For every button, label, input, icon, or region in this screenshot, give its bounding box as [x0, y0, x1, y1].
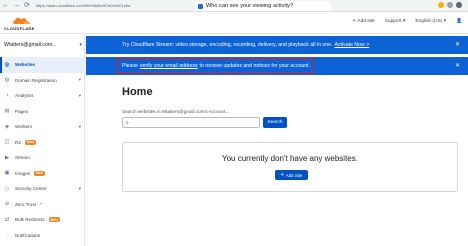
- status-badge: New: [34, 170, 46, 176]
- lock-icon: ⊖: [4, 201, 10, 208]
- extension-icon[interactable]: [438, 2, 444, 8]
- extension-icon[interactable]: [447, 2, 453, 8]
- add-site-label: Add site: [357, 19, 375, 24]
- shield-icon: ◇: [4, 185, 10, 192]
- globe-icon: ◎: [4, 61, 10, 68]
- workers-icon: ◈: [4, 123, 10, 130]
- tab-title: Who can see your viewing activity?: [206, 3, 294, 9]
- stream-promo-banner: Try Cloudflare Stream: video storage, en…: [86, 36, 468, 54]
- search-button[interactable]: Search: [263, 117, 287, 128]
- tab-favicon-icon: [198, 3, 203, 9]
- sidebar-item-label: Websites: [15, 62, 36, 68]
- sidebar-item-zero-trust[interactable]: ⊖ Zero Trust ↗: [0, 197, 85, 213]
- sidebar-item-analytics[interactable]: ◔ Analytics ▾: [0, 88, 85, 104]
- language-label: English (US): [415, 19, 443, 24]
- pages-icon: ▤: [4, 108, 10, 115]
- support-label: Support: [384, 19, 402, 24]
- chevron-down-icon: ▾: [443, 19, 447, 24]
- status-badge: Beta: [48, 217, 60, 223]
- globe-icon: ◍: [4, 77, 10, 84]
- chevron-down-icon: ▾: [78, 185, 81, 191]
- cloudflare-logo[interactable]: CLOUDFLARE: [4, 16, 40, 32]
- forward-icon[interactable]: →: [11, 0, 22, 12]
- activate-now-link[interactable]: Activate Now >: [335, 42, 370, 48]
- add-site-link[interactable]: + Add site: [353, 19, 375, 24]
- sidebar-item-domain-registration[interactable]: ◍ Domain Registration ▾: [0, 73, 85, 89]
- bell-icon: ◌: [5, 232, 9, 239]
- add-site-button[interactable]: + Add Site: [275, 170, 308, 180]
- sidebar-item-notifications[interactable]: ◌ Notifications: [0, 228, 85, 244]
- account-name: Wtatters@gmail.com...: [4, 42, 57, 48]
- sidebar-item-workers[interactable]: ◈ Workers ▾: [0, 119, 85, 135]
- chevron-down-icon: ▾: [402, 19, 406, 24]
- account-selector[interactable]: Wtatters@gmail.com... ▾: [4, 39, 82, 51]
- add-site-button-label: Add Site: [285, 172, 303, 178]
- chart-icon: ◔: [5, 92, 9, 99]
- support-menu[interactable]: Support ▾: [385, 19, 406, 24]
- status-badge: New: [24, 139, 36, 145]
- sidebar-item-label: Notifications: [15, 232, 41, 238]
- sidebar-item-label: Bulk Redirects: [15, 217, 45, 223]
- search-icon: ⌕: [126, 120, 129, 126]
- sidebar-item-label: Analytics: [15, 93, 34, 99]
- chevron-down-icon: ▾: [78, 92, 81, 98]
- sidebar-item-label: R2: [15, 139, 21, 145]
- empty-websites-card: You currently don't have any websites. +…: [122, 142, 458, 192]
- sidebar-item-stream[interactable]: ▶ Stream: [0, 150, 85, 166]
- sidebar-item-label: Images: [15, 170, 31, 176]
- storage-icon: ◫: [4, 139, 10, 146]
- language-menu[interactable]: English (US) ▾: [415, 19, 446, 24]
- sidebar-item-bulk-redirects[interactable]: ⇄ Bulk Redirects Beta: [0, 212, 85, 228]
- sidebar-item-images[interactable]: ▣ Images New: [0, 166, 85, 182]
- user-icon[interactable]: 👤: [456, 19, 462, 24]
- close-icon[interactable]: ✕: [455, 41, 460, 48]
- external-link-icon: ↗: [38, 202, 42, 207]
- image-icon: ▣: [4, 170, 10, 177]
- extension-icons: [438, 2, 462, 8]
- stream-icon: ▶: [4, 154, 10, 161]
- sidebar-item-r2[interactable]: ◫ R2 New: [0, 135, 85, 151]
- sidebar-item-label: Zero Trust: [15, 201, 36, 207]
- search-label: Search websites in Wtatters@gmail.com's …: [122, 109, 230, 114]
- sidebar-item-security-center[interactable]: ◇ Security Center ▾: [0, 181, 85, 197]
- browser-tab[interactable]: Who can see your viewing activity?: [195, 1, 331, 11]
- stream-promo-text: Try Cloudflare Stream: video storage, en…: [122, 42, 333, 48]
- back-icon[interactable]: ←: [0, 0, 11, 12]
- address-bar[interactable]: https://dash.cloudflare.com/9b548d6e5f7a…: [36, 3, 171, 8]
- search-input[interactable]: ⌕: [122, 117, 260, 128]
- plus-icon: +: [280, 172, 284, 178]
- sidebar-item-label: Pages: [15, 108, 29, 114]
- page-title: Home: [122, 86, 153, 98]
- sidebar-item-websites[interactable]: ◎ Websites: [0, 57, 85, 73]
- brand-wordmark: CLOUDFLARE: [4, 26, 35, 31]
- sidebar-item-label: Stream: [15, 155, 30, 161]
- cloud-logo-icon: [13, 17, 31, 24]
- sidebar-item-pages[interactable]: ▤ Pages: [0, 104, 85, 120]
- sidebar-nav: ◎ Websites ◍ Domain Registration ▾ ◔ Analytics…: [0, 57, 85, 243]
- profile-icon[interactable]: [456, 2, 462, 8]
- cloudflare-header: CLOUDFLARE + Add site Support ▾ English (…: [0, 12, 468, 34]
- sidebar-item-label: Workers: [15, 124, 33, 130]
- redirect-icon: ⇄: [4, 216, 10, 223]
- highlight-annotation-box: [116, 58, 314, 74]
- sidebar-item-label: Security Center: [15, 186, 47, 192]
- sidebar-item-label: Domain Registration: [15, 77, 57, 83]
- chevron-down-icon: ▾: [78, 123, 81, 129]
- chevron-down-icon: ▾: [78, 77, 81, 83]
- browser-toolbar: ← → ⟳ https://dash.cloudflare.com/9b548d…: [0, 0, 468, 12]
- empty-state-message: You currently don't have any websites.: [222, 154, 358, 163]
- sidebar: Wtatters@gmail.com... ▾ ◎ Websites ◍ Domain…: [0, 34, 85, 246]
- close-icon[interactable]: ✕: [455, 62, 460, 69]
- reload-icon[interactable]: ⟳: [22, 0, 32, 12]
- chevron-down-icon: ▾: [79, 42, 82, 48]
